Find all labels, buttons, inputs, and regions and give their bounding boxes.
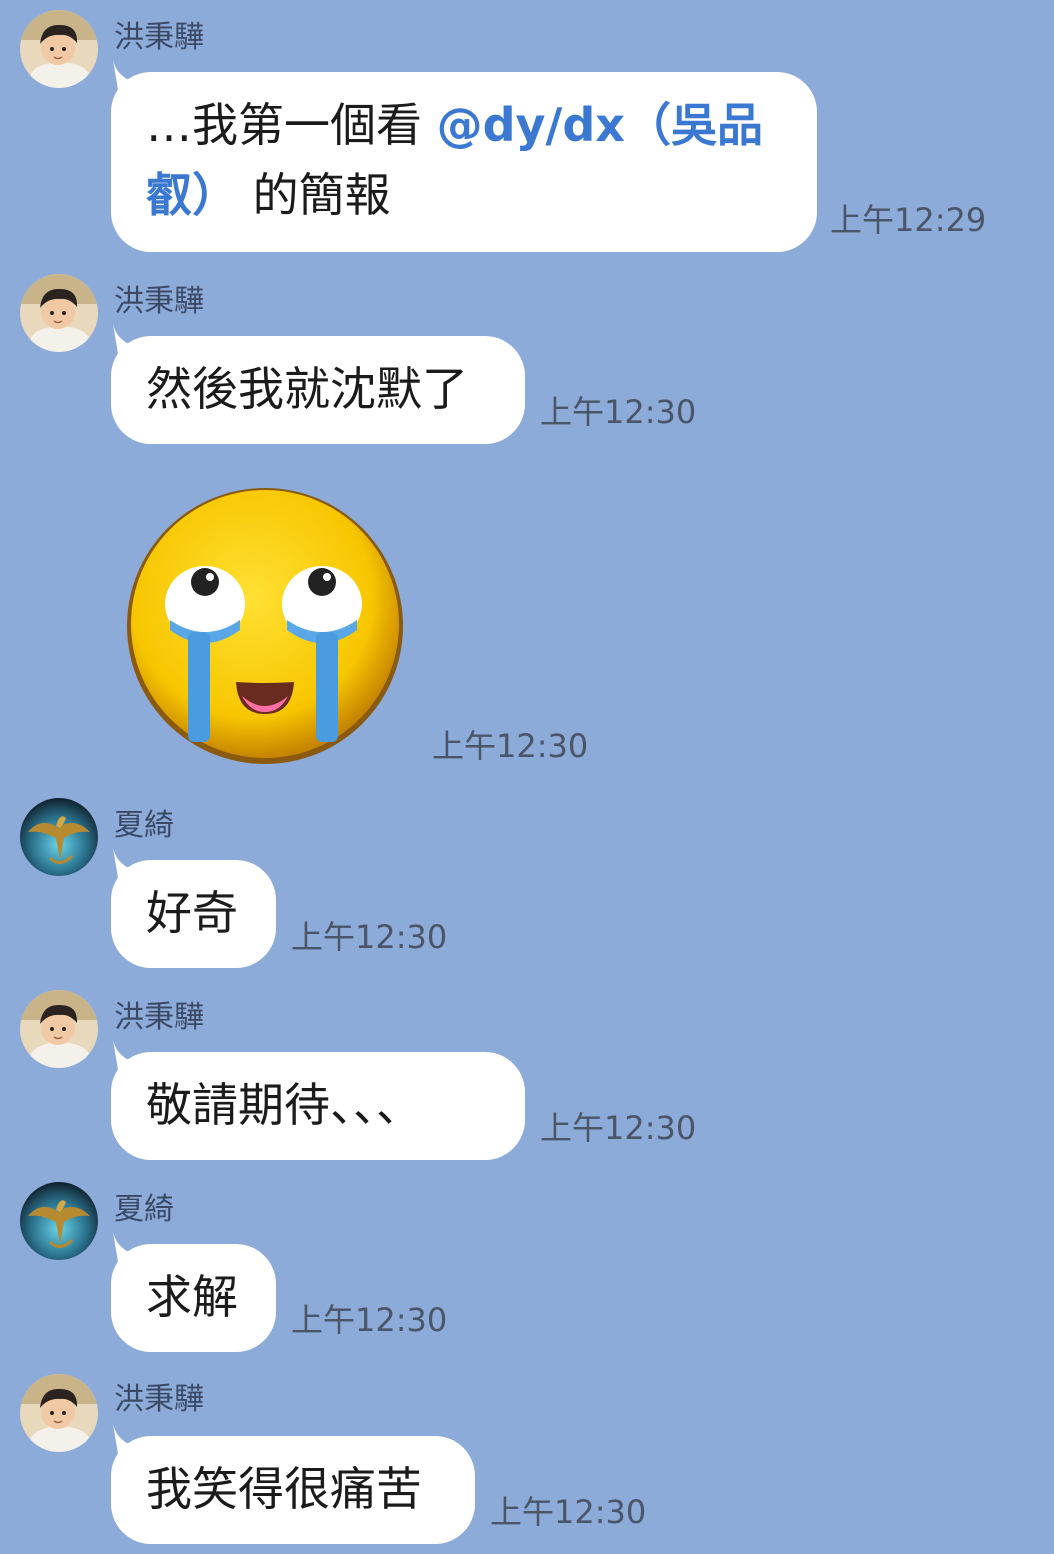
mention-link-continued[interactable]: 叡） [146,168,238,222]
message-text: 好奇 [146,886,238,940]
timestamp: 上午12:29 [830,201,987,239]
bubble-tail [113,324,139,360]
message-text: …我第一個看 [146,98,437,152]
bubble-tail [113,1040,139,1076]
timestamp: 上午12:30 [432,727,589,765]
message-bubble[interactable]: 求解 [111,1232,276,1352]
avatar-dragon-icon [20,1182,98,1260]
bubble-tail [113,60,139,96]
mention-link[interactable]: @dy/dx（吳品 [437,98,763,152]
sender-name: 夏綺 [114,808,174,843]
chat-view: 洪秉驊 …我第一個看 @dy/dx（吳品 叡） 的簡報 上午12:29 洪秉驊 … [0,0,1054,1554]
avatar-boy-icon [20,1374,98,1452]
bubble-tail [113,1424,139,1460]
bubble-tail [113,848,139,884]
sender-name: 洪秉驊 [114,1382,204,1417]
avatar-boy-icon [20,274,98,352]
sender-name: 洪秉驊 [114,284,204,319]
timestamp: 上午12:30 [291,918,448,956]
sender-name: 洪秉驊 [114,1000,204,1035]
timestamp: 上午12:30 [540,1109,697,1147]
message-text: 然後我就沈默了 [146,362,468,416]
message-text: 敬請期待、、、 [146,1078,422,1132]
sender-name: 洪秉驊 [114,20,204,55]
message-text: 的簡報 [238,168,391,222]
avatar[interactable] [20,990,98,1068]
message-text: 我笑得很痛苦 [146,1462,422,1516]
avatar-boy-icon [20,990,98,1068]
message-bubble[interactable]: 我笑得很痛苦 [111,1424,475,1544]
message-bubble[interactable]: 然後我就沈默了 [111,324,525,444]
avatar[interactable] [20,1374,98,1452]
avatar-dragon-icon [20,798,98,876]
avatar[interactable] [20,274,98,352]
message-bubble[interactable]: 好奇 [111,848,276,968]
avatar-boy-icon [20,10,98,88]
crying-laughing-face-icon [127,488,403,764]
avatar[interactable] [20,10,98,88]
sender-name: 夏綺 [114,1192,174,1227]
timestamp: 上午12:30 [490,1493,647,1531]
timestamp: 上午12:30 [540,393,697,431]
avatar[interactable] [20,798,98,876]
bubble-tail [113,1232,139,1268]
message-bubble[interactable]: 敬請期待、、、 [111,1040,525,1160]
message-bubble[interactable]: …我第一個看 @dy/dx（吳品 叡） 的簡報 [111,60,817,252]
sticker[interactable] [120,484,410,774]
message-text: 求解 [146,1270,238,1324]
timestamp: 上午12:30 [291,1301,448,1339]
avatar[interactable] [20,1182,98,1260]
